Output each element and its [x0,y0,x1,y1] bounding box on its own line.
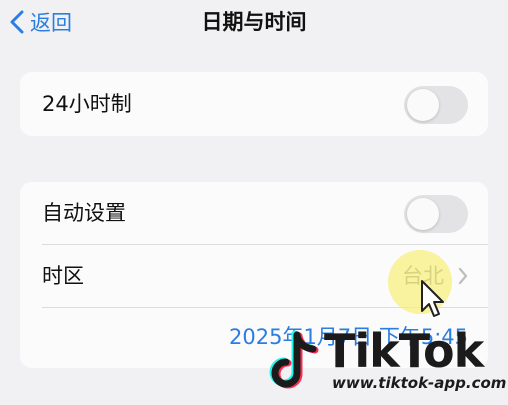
navigation-bar: 返回 日期与时间 [0,0,508,46]
chevron-right-icon [458,267,468,289]
row-set-automatically-label: 自动设置 [42,201,126,225]
tiktok-logo-icon [258,330,322,400]
watermark-brand: TikTok [324,324,484,378]
row-24-hour-label: 24小时制 [42,92,132,116]
set-automatically-toggle[interactable] [404,195,468,233]
24-hour-toggle[interactable] [404,86,468,124]
toggle-knob [407,198,439,230]
row-time-zone-label: 时区 [42,264,84,288]
time-format-group: 24小时制 [20,72,488,136]
settings-screen: 返回 日期与时间 24小时制 自动设置 时区 台北 [0,0,508,405]
row-set-automatically: 自动设置 [20,182,488,244]
toggle-knob [407,89,439,121]
row-24-hour: 24小时制 [20,73,488,135]
mouse-cursor-icon [420,279,446,323]
watermark-url: www.tiktok-app.com [332,374,507,392]
page-title: 日期与时间 [201,10,307,34]
tiktok-watermark: TikTok www.tiktok-app.com [258,322,508,405]
